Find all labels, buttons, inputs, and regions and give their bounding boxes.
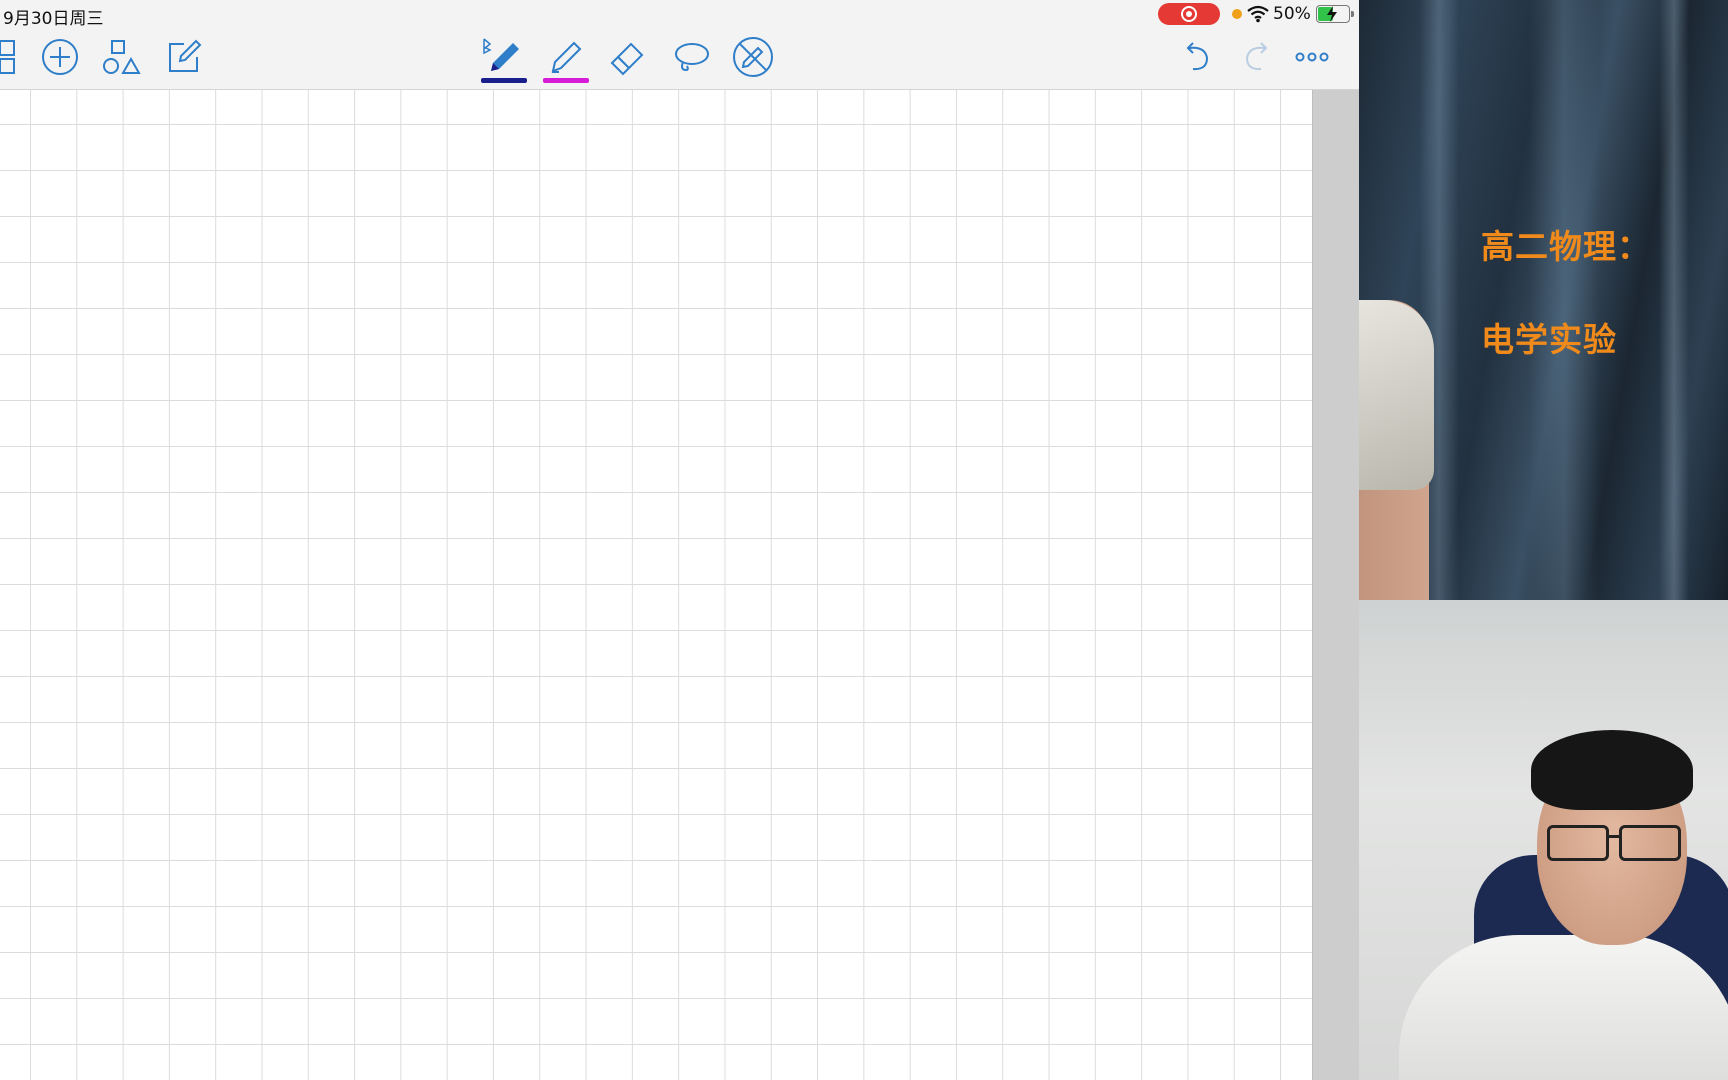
eraser-tool[interactable] bbox=[603, 34, 651, 80]
highlighter-color-underline bbox=[543, 78, 589, 83]
grid-view-button[interactable] bbox=[0, 34, 32, 80]
more-icon bbox=[1295, 52, 1329, 62]
highlighter-icon bbox=[551, 41, 582, 73]
more-button[interactable] bbox=[1288, 34, 1336, 80]
pen-cross-circle-icon bbox=[733, 37, 773, 77]
add-button[interactable] bbox=[36, 34, 84, 80]
redo-icon bbox=[1245, 42, 1268, 71]
slide-overlay: 高二物理： 电学实验 bbox=[1359, 0, 1728, 600]
redo-button[interactable] bbox=[1234, 34, 1282, 80]
hair-image bbox=[1531, 730, 1693, 810]
highlighter-tool[interactable] bbox=[541, 34, 589, 80]
screen-recording-indicator[interactable] bbox=[1158, 3, 1220, 25]
mic-in-use-dot bbox=[1232, 9, 1242, 19]
lasso-icon bbox=[675, 43, 709, 72]
toolbar bbox=[0, 28, 1359, 90]
undo-button[interactable] bbox=[1172, 34, 1220, 80]
sleeve-image bbox=[1359, 300, 1434, 490]
notes-app: 9月30日周三 50% bbox=[0, 0, 1359, 1080]
eraser-icon bbox=[610, 42, 644, 76]
edit-page-button[interactable] bbox=[160, 34, 208, 80]
grid-view-icon bbox=[0, 40, 15, 74]
glasses-image bbox=[1547, 825, 1681, 861]
bluetooth-pen-icon bbox=[483, 38, 519, 71]
pen-tool[interactable] bbox=[479, 34, 527, 80]
webcam-feed bbox=[1359, 600, 1728, 1080]
page-margin bbox=[1312, 90, 1359, 1080]
status-bar: 9月30日周三 50% bbox=[0, 0, 1359, 29]
battery-icon bbox=[1316, 5, 1354, 23]
disable-touch-tool[interactable] bbox=[729, 34, 777, 80]
edit-note-icon bbox=[169, 39, 202, 72]
pen-color-underline bbox=[481, 78, 527, 83]
shapes-button[interactable] bbox=[98, 34, 146, 80]
lasso-tool[interactable] bbox=[667, 34, 715, 80]
record-icon bbox=[1181, 6, 1197, 22]
grid-paper-canvas[interactable] bbox=[0, 90, 1312, 1080]
undo-icon bbox=[1186, 42, 1209, 71]
slide-subtitle: 电学实验 bbox=[1481, 320, 1617, 359]
shapes-icon bbox=[103, 40, 141, 74]
battery-percent: 50% bbox=[1273, 4, 1311, 24]
wifi-icon bbox=[1247, 5, 1269, 23]
hoodie-image bbox=[1399, 935, 1728, 1080]
add-circle-icon bbox=[42, 39, 78, 75]
status-datetime: 9月30日周三 bbox=[3, 9, 104, 29]
slide-title: 高二物理： bbox=[1481, 227, 1651, 266]
